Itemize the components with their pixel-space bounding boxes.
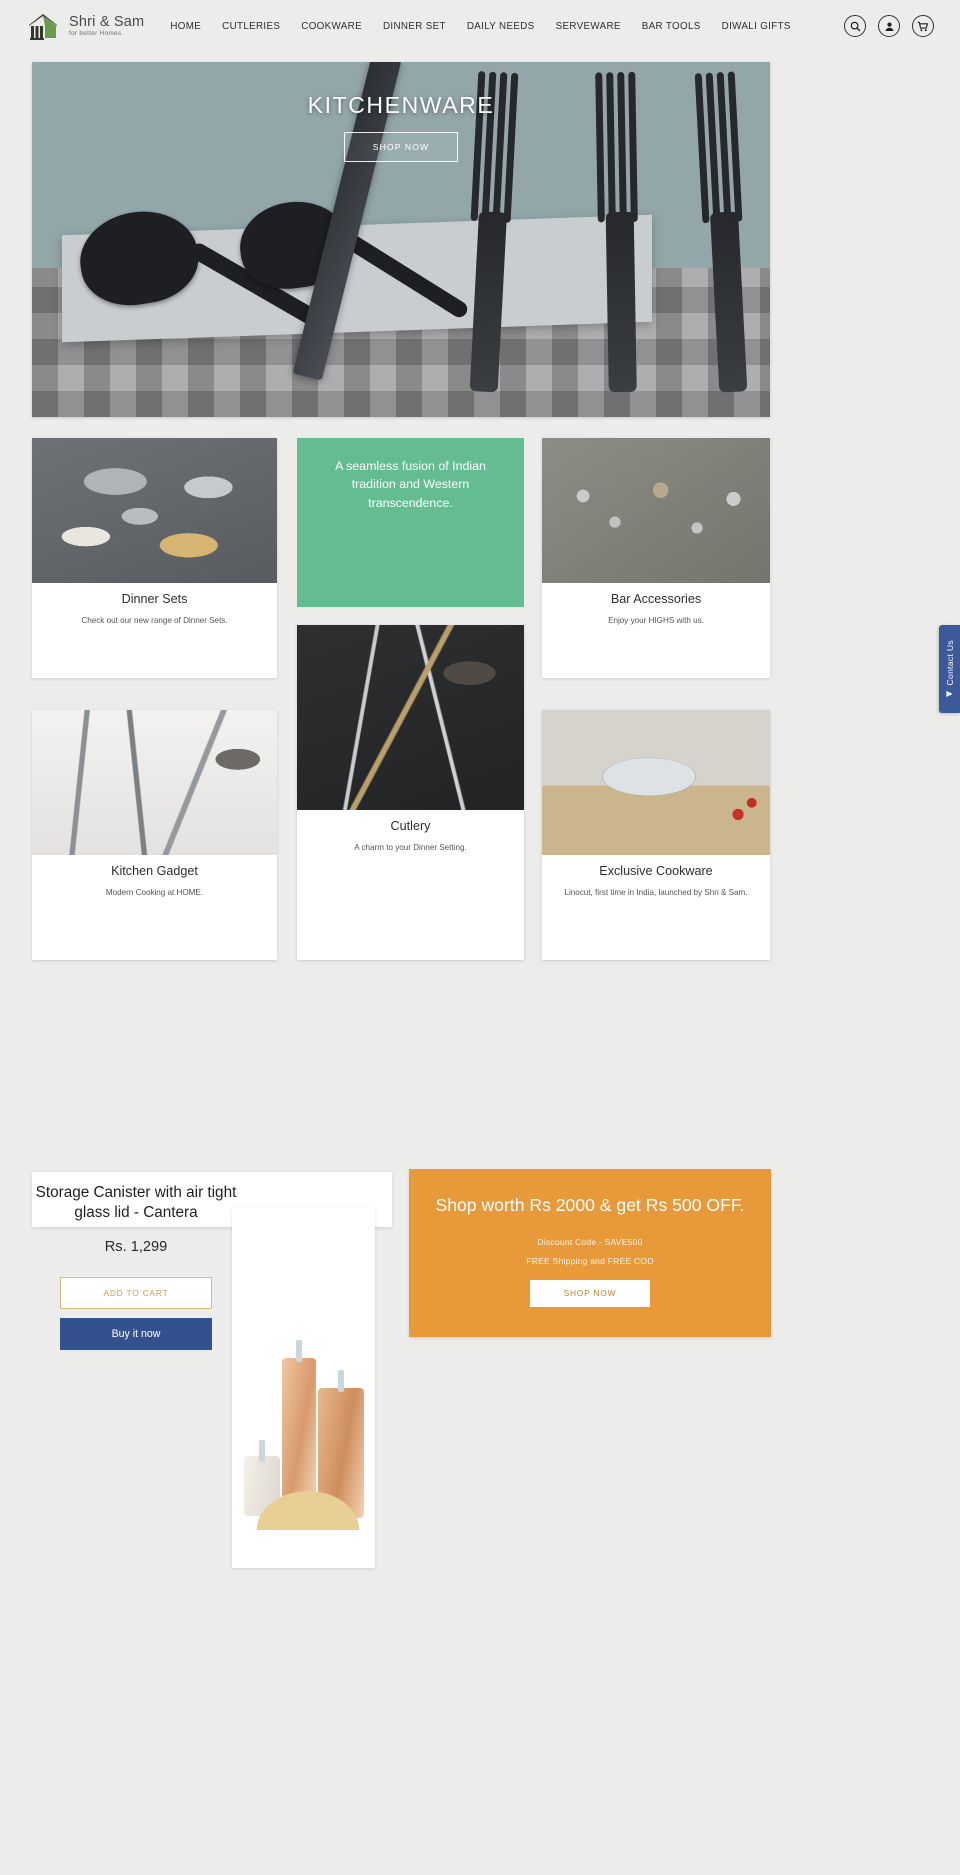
nav-item-cutleries[interactable]: CUTLERIES [222, 21, 280, 32]
exclusive-cookware-description: Linocut, first time in India, launched b… [564, 888, 748, 898]
cutlery-description: A charm to your Dinner Setting. [354, 843, 467, 853]
contact-us-tab[interactable]: Contact Us ▶ [939, 625, 960, 713]
product-details: Storage Canister with air tight glass li… [32, 1183, 240, 1350]
category-card-dinner-sets[interactable]: Dinner Sets Check out our new range of D… [32, 438, 277, 678]
hero-content: KITCHENWARE SHOP NOW [32, 62, 770, 417]
logo-tagline: for better Homes [69, 30, 122, 38]
nav-item-dinner-set[interactable]: DINNER SET [383, 21, 446, 32]
logo-name: Shri & Sam [69, 13, 145, 30]
nav-item-serveware[interactable]: SERVEWARE [556, 21, 621, 32]
hero-title: KITCHENWARE [307, 92, 495, 118]
tagline-card: A seamless fusion of Indian tradition an… [297, 438, 524, 607]
hero-shop-now-button[interactable]: SHOP NOW [343, 132, 459, 162]
cutlery-image [297, 625, 524, 810]
promo-title: Shop worth Rs 2000 & get Rs 500 OFF. [435, 1195, 745, 1215]
dinner-sets-title: Dinner Sets [121, 592, 188, 606]
kitchen-gadget-description: Modern Cooking at HOME. [105, 888, 204, 898]
bar-accessories-description: Enjoy your HIGHS with us. [608, 616, 704, 626]
page-root: Shri & Sam for better Homes HOME CUTLERI… [0, 0, 960, 1875]
exclusive-cookware-title: Exclusive Cookware [599, 864, 713, 878]
product-image[interactable] [232, 1208, 375, 1568]
promo-banner: Shop worth Rs 2000 & get Rs 500 OFF. Dis… [409, 1169, 771, 1337]
add-to-cart-button[interactable]: ADD TO CART [60, 1276, 212, 1309]
kitchen-gadget-title: Kitchen Gadget [111, 864, 198, 878]
main-navigation: HOME CUTLERIES COOKWARE DINNER SET DAILY… [170, 21, 790, 32]
category-card-exclusive-cookware[interactable]: Exclusive Cookware Linocut, first time i… [542, 710, 770, 960]
account-icon[interactable] [878, 15, 900, 37]
category-card-kitchen-gadget[interactable]: Kitchen Gadget Modern Cooking at HOME. [32, 710, 277, 960]
buy-it-now-button[interactable]: Buy it now [60, 1317, 212, 1350]
bar-accessories-image [542, 438, 770, 583]
nav-item-diwali-gifts[interactable]: DIWALI GIFTS [722, 21, 791, 32]
nav-item-cookware[interactable]: COOKWARE [301, 21, 362, 32]
contact-us-label: Contact Us [944, 639, 955, 686]
dinner-sets-description: Check out our new range of Dinner Sets. [81, 616, 228, 626]
logo-wordmark: Shri & Sam for better Homes [69, 15, 144, 38]
nav-item-daily-needs[interactable]: DAILY NEEDS [467, 21, 535, 32]
dinner-sets-image [32, 438, 277, 583]
product-title: Storage Canister with air tight glass li… [35, 1184, 237, 1221]
nav-item-bar-tools[interactable]: BAR TOOLS [642, 21, 701, 32]
cart-icon[interactable] [912, 15, 934, 37]
promo-shop-now-button[interactable]: SHOP NOW [529, 1280, 651, 1308]
site-logo[interactable]: Shri & Sam for better Homes [26, 11, 144, 41]
house-logo-icon [26, 11, 62, 41]
nav-item-home[interactable]: HOME [170, 21, 201, 32]
header-icon-group [844, 15, 934, 37]
category-card-bar-accessories[interactable]: Bar Accessories Enjoy your HIGHS with us… [542, 438, 770, 678]
tagline-text: A seamless fusion of Indian tradition an… [335, 459, 486, 510]
bar-accessories-title: Bar Accessories [610, 592, 702, 606]
search-icon[interactable] [844, 15, 866, 37]
category-card-cutlery[interactable]: Cutlery A charm to your Dinner Setting. [297, 625, 524, 960]
kitchen-gadget-image [32, 710, 277, 855]
site-header: Shri & Sam for better Homes HOME CUTLERI… [0, 0, 960, 52]
product-price: Rs. 1,299 [104, 1238, 168, 1255]
cutlery-title: Cutlery [390, 819, 431, 833]
promo-shipping-info: FREE Shipping and FREE COD [526, 1256, 654, 1267]
exclusive-cookware-image [542, 710, 770, 855]
promo-discount-code: Discount Code - SAVE500 [537, 1237, 643, 1248]
hero-banner: KITCHENWARE SHOP NOW [32, 62, 770, 417]
chevron-right-icon: ▶ [946, 689, 953, 699]
